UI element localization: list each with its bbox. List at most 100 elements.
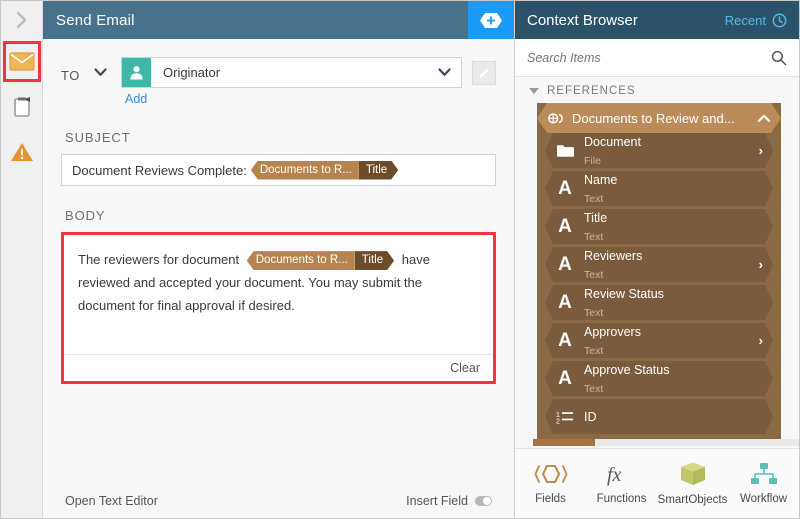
tree-node-type: Text (584, 382, 604, 395)
subject-input[interactable]: Document Reviews Complete: Documents to … (61, 154, 496, 186)
references-label: REFERENCES (547, 85, 636, 97)
reference-group-label: Documents to Review and... (572, 110, 735, 126)
tree-node-name: ID (584, 409, 597, 424)
body-text[interactable]: The reviewers for document Documents to … (64, 235, 493, 354)
insert-field-toggle[interactable]: Insert Field (406, 494, 492, 508)
tree-area: REFERENCES Documents to Review and... Do… (515, 77, 799, 448)
to-label: TO (61, 68, 81, 83)
tree-node[interactable]: A Name Text (545, 171, 773, 206)
tree-node-name: Approvers (584, 324, 641, 339)
search-row (515, 39, 799, 77)
body-token[interactable]: Documents to R... Title (246, 251, 394, 271)
body-editor[interactable]: The reviewers for document Documents to … (61, 232, 496, 384)
clock-icon (772, 13, 787, 27)
panel-title: Send Email (56, 11, 135, 29)
tree-node-name: Document (584, 134, 641, 149)
to-type-dropdown[interactable] (94, 57, 107, 77)
tree-node[interactable]: Document File › (545, 133, 773, 168)
tree-node[interactable]: A Review Status Text (545, 285, 773, 320)
tree-node-name: Approve Status (584, 362, 670, 377)
svg-text:fx: fx (607, 464, 622, 486)
add-recipient-link[interactable]: Add (121, 88, 147, 106)
token-field: Title (359, 161, 398, 180)
rail-item-warning[interactable] (1, 129, 43, 174)
subject-label: SUBJECT (65, 130, 131, 145)
tree-node[interactable]: A Approvers Text › (545, 323, 773, 358)
context-browser-header: Context Browser Recent (515, 1, 799, 39)
rail-item-task[interactable] (1, 84, 43, 129)
references-header[interactable]: REFERENCES (515, 85, 799, 97)
left-icon-rail (1, 1, 43, 518)
chevron-right-icon[interactable]: › (759, 257, 765, 272)
reference-group-header[interactable]: Documents to Review and... (537, 103, 781, 133)
edit-recipient-button[interactable] (472, 61, 496, 85)
tree-node[interactable]: A Title Text (545, 209, 773, 244)
to-field[interactable]: Originator (121, 57, 462, 88)
context-browser-tabs: Fields fx Functions SmartObjects Workflo… (515, 448, 799, 518)
to-row: TO Originator Add (61, 57, 496, 108)
chevron-right-icon (16, 11, 26, 29)
tree-node-name: Title (584, 210, 608, 225)
reference-group: Documents to Review and... Document File… (537, 103, 781, 443)
rail-item-email[interactable] (1, 39, 43, 84)
smartobject-icon (547, 111, 564, 126)
add-recipient-button[interactable] (468, 1, 514, 39)
insert-field-label: Insert Field (406, 494, 468, 508)
chevron-right-icon[interactable]: › (759, 143, 765, 158)
text-a-icon: A (558, 178, 572, 199)
body-footer: Clear (64, 354, 493, 381)
tree-node[interactable]: A Reviewers Text › (545, 247, 773, 282)
to-value-dropdown[interactable] (438, 68, 461, 77)
body-label: BODY (65, 208, 106, 223)
tree-node-name: Name (584, 172, 618, 187)
fields-hexagon-icon (534, 465, 567, 483)
clipboard-task-icon (13, 96, 30, 117)
tab-label: Functions (596, 493, 647, 505)
chevron-right-icon[interactable]: › (759, 333, 765, 348)
clear-button[interactable]: Clear (450, 361, 480, 375)
subject-token[interactable]: Documents to R... Title (250, 160, 398, 180)
send-email-panel: Send Email TO Originator Add SUBJECT Doc… (43, 1, 515, 518)
tab-workflow[interactable]: Workflow (728, 449, 799, 518)
tree-node-text: Title Text (584, 209, 754, 245)
recent-button[interactable]: Recent (725, 13, 787, 28)
warning-triangle-icon (10, 142, 33, 161)
text-a-icon: A (558, 216, 572, 237)
tab-fields[interactable]: Fields (515, 449, 586, 518)
tree-node-text: Name Text (584, 171, 754, 207)
token-source: Documents to R... (246, 251, 355, 271)
toggle-off-icon[interactable] (475, 496, 492, 506)
to-value: Originator (163, 65, 221, 80)
chevron-down-icon (94, 68, 107, 76)
triangle-down-icon (529, 88, 539, 94)
user-icon (130, 66, 143, 80)
open-text-editor-button[interactable]: Open Text Editor (65, 494, 158, 508)
search-icon[interactable] (771, 50, 787, 66)
text-a-icon: A (558, 368, 572, 389)
chevron-down-icon (438, 68, 451, 76)
horizontal-scrollbar[interactable] (533, 439, 799, 446)
tab-smartobjects[interactable]: SmartObjects (657, 449, 728, 518)
tree-node-type: Text (584, 192, 604, 205)
tree-node-text: Reviewers Text (584, 247, 750, 283)
token-field: Title (355, 251, 394, 270)
subject-text: Document Reviews Complete: (72, 162, 247, 178)
fx-icon: fx (607, 464, 622, 486)
text-a-icon: A (558, 254, 572, 275)
expand-panel-button[interactable] (1, 1, 42, 39)
app-window: Send Email TO Originator Add SUBJECT Doc… (0, 0, 800, 519)
tree-node-text: Document File (584, 133, 750, 169)
context-browser-panel: Context Browser Recent REFERENCES (515, 1, 799, 518)
tab-functions[interactable]: fx Functions (586, 449, 657, 518)
tree-node-text: Review Status Text (584, 285, 754, 321)
plus-hexagon-icon (480, 12, 502, 28)
tree-node-type: Text (584, 344, 604, 357)
cube-icon (680, 462, 705, 485)
search-input[interactable] (527, 50, 771, 65)
chevron-up-icon[interactable] (757, 114, 771, 123)
tree-node-type: Text (584, 268, 604, 281)
scrollbar-thumb[interactable] (533, 439, 595, 446)
tree-node[interactable]: A Approve Status Text (545, 361, 773, 396)
tab-label: Workflow (739, 493, 788, 505)
tree-node[interactable]: 1 2 ID (545, 399, 773, 434)
